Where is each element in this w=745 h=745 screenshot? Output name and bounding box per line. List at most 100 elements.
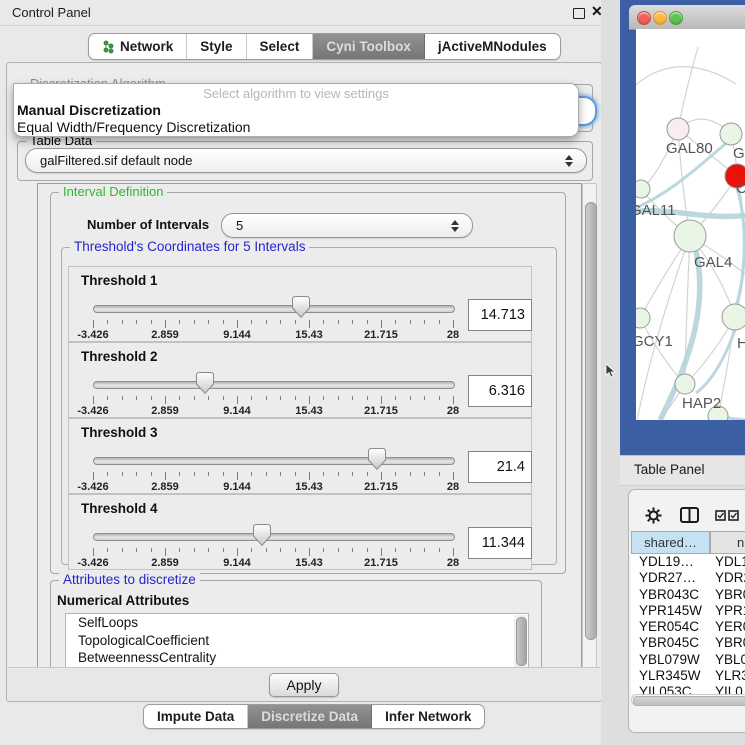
zoom-icon[interactable] [669, 11, 683, 25]
attribute-list-item[interactable]: SelfLoops [66, 614, 528, 632]
threshold-slider-track[interactable] [93, 533, 455, 541]
slider-tick [107, 396, 108, 400]
bottom-tab-label: Impute Data [157, 709, 234, 724]
numerical-attributes-list[interactable]: SelfLoopsTopologicalCoefficientBetweenne… [65, 613, 529, 669]
network-node[interactable] [720, 123, 742, 145]
tab-network[interactable]: Network [89, 34, 187, 59]
algorithm-dropdown-list: Manual DiscretizationEqual Width/Frequen… [14, 102, 578, 136]
attributes-group-title: Attributes to discretize [59, 573, 200, 587]
slider-tick [367, 472, 368, 476]
threshold-slider-track[interactable] [93, 381, 455, 389]
threshold-slider-track[interactable] [93, 457, 455, 465]
tab-select[interactable]: Select [247, 34, 314, 59]
threshold-slider-handle[interactable] [292, 296, 310, 318]
settings-scroll-area: Interval Definition Number of Intervals … [37, 183, 582, 671]
threshold-slider-handle[interactable] [253, 524, 271, 546]
threshold-value-field[interactable]: 21.4 [468, 451, 532, 483]
apply-button[interactable]: Apply [269, 673, 339, 697]
slider-tick [453, 548, 454, 556]
network-graph: GAL80GCGAL11GAL4GCY1HHAP2 [636, 29, 745, 420]
threshold-slider-handle[interactable] [196, 372, 214, 394]
tab-cyni-toolbox[interactable]: Cyni Toolbox [313, 34, 425, 59]
slider-tick [179, 396, 180, 400]
slider-tick [194, 320, 195, 324]
threshold-slider-track[interactable] [93, 305, 455, 313]
checkbox-checked-icon[interactable] [728, 510, 739, 521]
slider-tick [165, 548, 166, 556]
network-node[interactable] [674, 220, 706, 252]
network-node[interactable] [675, 374, 695, 394]
control-panel-title: Control Panel [12, 5, 91, 20]
checkbox-checked-icon[interactable] [715, 510, 726, 521]
attribute-list-item[interactable]: TopologicalCoefficient [66, 632, 528, 650]
table-row[interactable]: YPR145WYPR1 [631, 603, 745, 619]
threshold-value-field[interactable]: 6.316 [468, 375, 532, 407]
bottom-tab-discretize-data[interactable]: Discretize Data [248, 705, 372, 728]
network-canvas[interactable]: GAL80GCGAL11GAL4GCY1HHAP2 [636, 29, 745, 420]
close-icon[interactable] [637, 11, 651, 25]
table-column-header[interactable]: n [710, 531, 745, 554]
table-row[interactable]: YBR043CYBR0 [631, 587, 745, 603]
settings-scrollbar[interactable] [582, 183, 597, 669]
slider-tick [165, 320, 166, 328]
scrollbar-thumb[interactable] [516, 617, 527, 666]
interval-definition-group: Interval Definition Number of Intervals … [50, 192, 566, 574]
mouse-cursor [605, 363, 617, 379]
slider-tick [223, 320, 224, 324]
table-row[interactable]: YBL079WYBL0 [631, 652, 745, 668]
table-data-combobox[interactable]: galFiltered.sif default node [25, 148, 587, 173]
tab-jactivemnodules[interactable]: jActiveMNodules [425, 34, 560, 59]
table-row[interactable]: YER054CYER0 [631, 619, 745, 635]
slider-tick [453, 396, 454, 404]
split-pane-icon[interactable] [680, 507, 699, 523]
tab-style[interactable]: Style [187, 34, 246, 59]
slider-tick [424, 320, 425, 324]
slider-tick [381, 548, 382, 556]
threshold-slider-handle[interactable] [368, 448, 386, 470]
dropdown-item[interactable]: Manual Discretization [14, 102, 578, 119]
table-row[interactable]: YDR27…YDR2 [631, 570, 745, 586]
table-cell: YPR1 [713, 603, 745, 619]
network-window-titlebar[interactable] [629, 5, 745, 30]
slider-tick [338, 548, 339, 552]
scrollbar-thumb[interactable] [585, 202, 597, 640]
minimize-icon[interactable] [653, 11, 667, 25]
slider-tick [453, 472, 454, 480]
network-node[interactable] [667, 118, 689, 140]
threshold-value-field[interactable]: 14.713 [468, 299, 532, 331]
slider-tick-label: 28 [447, 481, 459, 493]
attribute-list-item[interactable]: BetweennessCentrality [66, 649, 528, 667]
slider-tick [352, 320, 353, 324]
slider-tick [93, 320, 94, 328]
bottom-tab-impute-data[interactable]: Impute Data [144, 705, 248, 728]
slider-tick [251, 320, 252, 324]
network-node[interactable] [636, 180, 650, 198]
float-window-icon[interactable] [573, 8, 585, 19]
slider-tick [208, 472, 209, 476]
interval-definition-group-title: Interval Definition [59, 185, 167, 199]
dropdown-item[interactable]: Equal Width/Frequency Discretization [14, 119, 578, 136]
slider-tick [395, 396, 396, 400]
table-row[interactable]: YDL19…YDL1 [631, 554, 745, 570]
table-column-header[interactable]: shared… [631, 531, 710, 554]
table-row[interactable]: YLR345WYLR3 [631, 668, 745, 684]
network-node-label: H [737, 335, 745, 352]
threshold-value-field[interactable]: 11.344 [468, 527, 532, 559]
slider-tick [309, 472, 310, 480]
number-of-intervals-combobox[interactable]: 5 [221, 213, 473, 238]
bottom-tab-infer-network[interactable]: Infer Network [372, 705, 484, 728]
gear-icon[interactable] [645, 507, 662, 524]
network-node[interactable] [722, 304, 745, 330]
table-horizontal-scrollbar[interactable] [631, 694, 745, 706]
list-scrollbar[interactable] [514, 615, 527, 667]
tab-label: Cyni Toolbox [326, 39, 411, 54]
table-row[interactable]: YIL053CYIL0 [631, 684, 745, 694]
slider-tick [251, 548, 252, 552]
slider-tick [410, 472, 411, 476]
network-node[interactable] [636, 308, 650, 328]
scrollbar-thumb[interactable] [633, 696, 745, 706]
slider-tick [453, 320, 454, 328]
slider-tick [381, 320, 382, 328]
slider-tick [151, 472, 152, 476]
table-row[interactable]: YBR045CYBR0 [631, 635, 745, 651]
